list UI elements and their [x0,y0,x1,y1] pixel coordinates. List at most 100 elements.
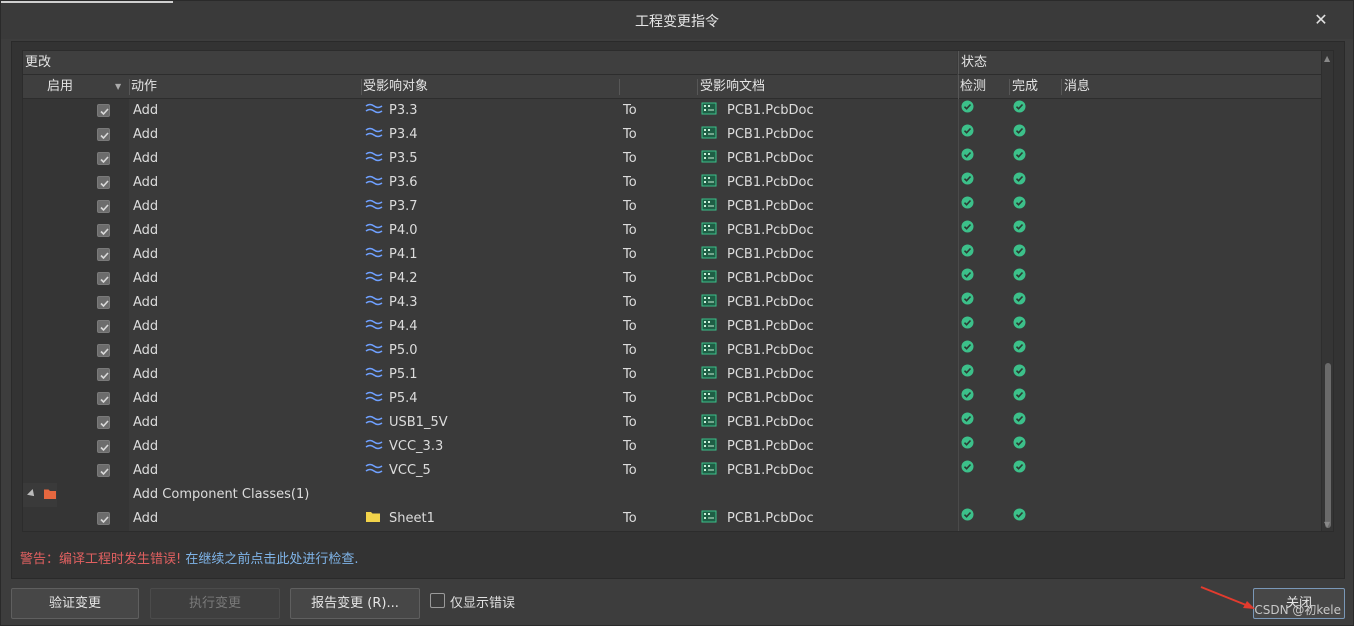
change-row[interactable]: Add P4.4 To PCB1.PcbDoc [23,315,1323,339]
change-row[interactable]: Add P4.0 To PCB1.PcbDoc [23,219,1323,243]
enable-checkbox[interactable] [97,416,110,429]
to-cell: To [623,199,637,214]
col-affected-document[interactable]: 受影响文档 [700,75,950,99]
warning-text: 警告：编译工程时发生错误! [20,552,182,567]
enable-checkbox[interactable] [97,464,110,477]
enable-checkbox[interactable] [97,248,110,261]
change-row[interactable]: Add P3.6 To PCB1.PcbDoc [23,171,1323,195]
change-row[interactable]: Add Sheet1 To PCB1.PcbDoc [23,507,1323,531]
scroll-up-icon[interactable]: ▲ [1324,55,1330,63]
close-icon[interactable]: ✕ [1309,9,1333,31]
net-icon [365,366,383,380]
vertical-scrollbar[interactable]: ▲ ▼ [1321,51,1333,531]
affected-object-cell: VCC_3.3 [389,439,444,454]
change-row[interactable]: Add USB1_5V To PCB1.PcbDoc [23,411,1323,435]
col-done[interactable]: 完成 [1012,75,1060,99]
grid-body: Add P3.3 To PCB1.PcbDoc Add P3.4 To PCB1.PcbDoc… [23,99,1323,531]
check-ok-icon [961,316,974,329]
check-ok-icon [961,364,974,377]
scroll-thumb[interactable] [1325,363,1331,528]
affected-object-cell: P3.4 [389,127,418,142]
change-row[interactable]: Add P3.7 To PCB1.PcbDoc [23,195,1323,219]
pcb-document-icon [701,342,717,355]
affected-document-cell: PCB1.PcbDoc [727,391,814,406]
enable-checkbox[interactable] [97,272,110,285]
action-cell: Add [133,247,159,262]
pcb-document-icon [701,438,717,451]
col-check[interactable]: 检测 [960,75,1008,99]
check-ok-icon [961,292,974,305]
title-accent-line [1,1,173,3]
done-ok-icon [1013,148,1026,161]
affected-document-cell: PCB1.PcbDoc [727,247,814,262]
enable-checkbox[interactable] [97,152,110,165]
change-row[interactable]: Add VCC_5 To PCB1.PcbDoc [23,459,1323,483]
action-cell: Add [133,367,159,382]
to-cell: To [623,391,637,406]
affected-object-cell: P4.2 [389,271,418,286]
check-ok-icon [961,148,974,161]
validate-changes-button[interactable]: 验证变更 [11,588,139,619]
warning-link[interactable]: 在继续之前点击此处进行检查. [185,552,358,567]
enable-checkbox[interactable] [97,344,110,357]
enable-checkbox[interactable] [97,128,110,141]
change-row[interactable]: Add P5.1 To PCB1.PcbDoc [23,363,1323,387]
action-cell: Add [133,223,159,238]
enable-checkbox[interactable] [97,200,110,213]
action-cell: Add [133,511,159,526]
net-icon [365,462,383,476]
report-changes-button[interactable]: 报告变更 (R)... [290,588,420,619]
col-separator [619,79,620,95]
enable-checkbox[interactable] [97,104,110,117]
checkbox-box[interactable] [430,593,445,608]
to-cell: To [623,415,637,430]
ecn-dialog: 工程变更指令 ✕ 更改 状态 启用 ▼ 动作 受影响对象 受影响文档 检测 完成 [0,0,1354,626]
col-affected-object[interactable]: 受影响对象 [363,75,613,99]
to-cell: To [623,319,637,334]
change-row[interactable]: Add P3.3 To PCB1.PcbDoc [23,99,1323,123]
to-cell: To [623,175,637,190]
check-ok-icon [961,100,974,113]
net-icon [365,438,383,452]
row-gutter [23,315,129,339]
change-row[interactable]: Add P4.2 To PCB1.PcbDoc [23,267,1323,291]
done-ok-icon [1013,364,1026,377]
change-row[interactable]: Add P5.4 To PCB1.PcbDoc [23,387,1323,411]
change-row[interactable]: Add P4.3 To PCB1.PcbDoc [23,291,1323,315]
col-message[interactable]: 消息 [1064,75,1264,99]
enable-checkbox[interactable] [97,392,110,405]
enable-checkbox[interactable] [97,176,110,189]
to-cell: To [623,247,637,262]
group-row-component-classes[interactable]: Add Component Classes(1) [23,483,1323,507]
enable-checkbox[interactable] [97,224,110,237]
check-ok-icon [961,436,974,449]
change-row[interactable]: Add VCC_3.3 To PCB1.PcbDoc [23,435,1323,459]
col-action[interactable]: 动作 [131,75,361,99]
net-icon [365,270,383,284]
done-ok-icon [1013,412,1026,425]
enable-checkbox[interactable] [97,320,110,333]
row-gutter [23,195,129,219]
affected-object-cell: P3.5 [389,151,418,166]
change-row[interactable]: Add P3.5 To PCB1.PcbDoc [23,147,1323,171]
execute-changes-button[interactable]: 执行变更 [150,588,280,619]
check-ok-icon [961,268,974,281]
enable-checkbox[interactable] [97,296,110,309]
to-cell: To [623,463,637,478]
change-row[interactable]: Add P3.4 To PCB1.PcbDoc [23,123,1323,147]
row-gutter [23,411,129,435]
enable-checkbox[interactable] [97,440,110,453]
sort-dropdown-icon[interactable]: ▼ [115,75,121,99]
affected-object-cell: P3.6 [389,175,418,190]
change-row[interactable]: Add P4.1 To PCB1.PcbDoc [23,243,1323,267]
to-cell: To [623,367,637,382]
enable-checkbox[interactable] [97,512,110,525]
change-row[interactable]: Add P5.0 To PCB1.PcbDoc [23,339,1323,363]
enable-checkbox[interactable] [97,368,110,381]
scroll-down-icon[interactable]: ▼ [1324,521,1330,529]
check-ok-icon [961,460,974,473]
col-enable-label: 启用 [47,79,74,94]
action-cell: Add [133,103,159,118]
col-enable[interactable]: 启用 ▼ [47,75,127,99]
affected-document-cell: PCB1.PcbDoc [727,511,814,526]
